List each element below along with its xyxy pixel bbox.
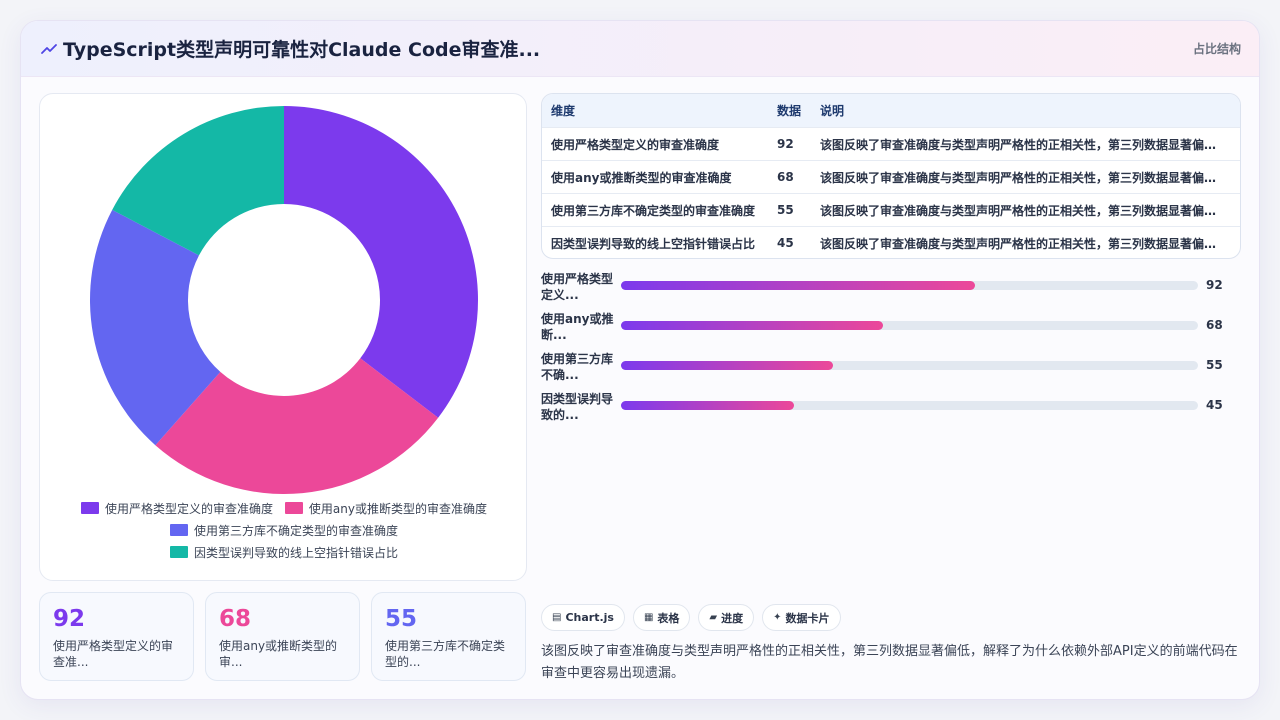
progress-value: 45: [1206, 398, 1223, 412]
progress-track: [621, 361, 1198, 370]
table-icon: ▦: [643, 612, 654, 623]
progress-label: 使用第三方库不确...: [541, 352, 614, 382]
legend-item[interactable]: 使用严格类型定义的审查准确度: [81, 498, 273, 520]
progress-row: 使用第三方库不确... 55: [541, 351, 1241, 391]
table-cell-description: 该图反映了审查准确度与类型声明严格性的正相关性，第三列数据显著偏低...: [820, 236, 1230, 251]
chip-chartjs[interactable]: ▤ Chart.js: [541, 604, 625, 631]
trend-icon: [41, 44, 57, 54]
page-title: TypeScript类型声明可靠性对Claude Code审查准...: [63, 39, 541, 61]
column-header: 说明: [820, 104, 845, 118]
sparkle-icon: ✦: [773, 612, 782, 623]
progress-label: 使用any或推断...: [541, 312, 614, 342]
progress-fill: [621, 321, 883, 330]
chip-label: 进度: [721, 611, 744, 625]
chart-type-tag: 占比结构: [1192, 42, 1241, 56]
column-header: 数据: [777, 104, 802, 118]
legend-swatch: [169, 524, 188, 536]
legend-item[interactable]: 使用any或推断类型的审查准确度: [284, 498, 487, 520]
table-row: 使用第三方库不确定类型的审查准确度 55 该图反映了审查准确度与类型声明严格性的…: [542, 193, 1240, 226]
progress-label: 因类型误判导致的...: [541, 392, 614, 422]
table-cell-dimension: 使用any或推断类型的审查准确度: [551, 170, 732, 185]
legend-item[interactable]: 使用第三方库不确定类型的审查准确度: [169, 520, 398, 542]
table-row: 因类型误判导致的线上空指针错误占比 45 该图反映了审查准确度与类型声明严格性的…: [542, 226, 1240, 258]
legend-swatch: [284, 502, 303, 514]
legend-swatch: [169, 546, 188, 558]
chip-label: Chart.js: [565, 611, 614, 624]
progress-track: [621, 401, 1198, 410]
progress-track: [621, 281, 1198, 290]
stat-value: 68: [219, 606, 252, 632]
stat-label: 使用any或推断类型的审...: [219, 639, 338, 669]
table-cell-dimension: 使用严格类型定义的审查准确度: [551, 137, 720, 152]
table-cell-description: 该图反映了审查准确度与类型声明严格性的正相关性，第三列数据显著偏低...: [820, 203, 1230, 218]
stat-value: 92: [53, 606, 86, 632]
progress-label: 使用严格类型定义...: [541, 272, 614, 302]
table-cell-description: 该图反映了审查准确度与类型声明严格性的正相关性，第三列数据显著偏低...: [820, 137, 1230, 152]
progress-row: 因类型误判导致的... 45: [541, 391, 1241, 431]
chip-table[interactable]: ▦ 表格: [632, 604, 691, 631]
stat-card: 55 使用第三方库不确定类型的...: [371, 592, 526, 681]
progress-icon: ▰: [709, 612, 718, 623]
legend-label: 使用严格类型定义的审查准确度: [105, 502, 274, 516]
table-row: 使用any或推断类型的审查准确度 68 该图反映了审查准确度与类型声明严格性的正…: [542, 160, 1240, 193]
legend-label: 使用第三方库不确定类型的审查准确度: [193, 524, 398, 538]
table-row: 使用严格类型定义的审查准确度 92 该图反映了审查准确度与类型声明严格性的正相关…: [542, 127, 1240, 160]
progress-value: 68: [1206, 318, 1223, 332]
legend-label: 使用any或推断类型的审查准确度: [308, 502, 487, 516]
table-header-row: 维度 数据 说明: [542, 94, 1240, 127]
donut-chart: [90, 106, 478, 494]
table-cell-value: 92: [777, 137, 794, 151]
legend-swatch: [81, 502, 100, 514]
data-table: 维度 数据 说明 使用严格类型定义的审查准确度 92 该图反映了审查准确度与类型…: [541, 93, 1241, 259]
stat-card: 92 使用严格类型定义的审查准...: [39, 592, 194, 681]
progress-fill: [621, 361, 833, 370]
table-cell-value: 68: [777, 170, 794, 184]
progress-fill: [621, 401, 795, 410]
stat-card: 68 使用any或推断类型的审...: [205, 592, 360, 681]
stat-label: 使用第三方库不确定类型的...: [385, 639, 506, 669]
chart-legend: 使用严格类型定义的审查准确度 使用any或推断类型的审查准确度 使用第三方库不确…: [50, 498, 518, 564]
progress-track: [621, 321, 1198, 330]
table-cell-dimension: 因类型误判导致的线上空指针错误占比: [551, 236, 756, 251]
chart-icon: ▤: [552, 612, 562, 623]
card-header: TypeScript类型声明可靠性对Claude Code审查准... 占比结构: [21, 21, 1259, 77]
chip-label: 表格: [657, 611, 680, 625]
progress-bars: 使用严格类型定义... 92 使用any或推断... 68 使用第三方库不确..…: [541, 271, 1241, 431]
progress-row: 使用any或推断... 68: [541, 311, 1241, 351]
table-cell-value: 45: [777, 236, 794, 250]
chip-data-card[interactable]: ✦ 数据卡片: [762, 604, 841, 631]
progress-value: 55: [1206, 358, 1223, 372]
dashboard-card: TypeScript类型声明可靠性对Claude Code审查准... 占比结构…: [20, 20, 1260, 700]
table-cell-description: 该图反映了审查准确度与类型声明严格性的正相关性，第三列数据显著偏低...: [820, 170, 1230, 185]
stat-value: 55: [385, 606, 418, 632]
progress-row: 使用严格类型定义... 92: [541, 271, 1241, 311]
progress-value: 92: [1206, 278, 1223, 292]
table-cell-value: 55: [777, 203, 794, 217]
legend-label: 因类型误判导致的线上空指针错误占比: [193, 546, 398, 560]
chip-progress[interactable]: ▰ 进度: [698, 604, 755, 631]
tag-chips: ▤ Chart.js ▦ 表格 ▰ 进度 ✦ 数据卡片: [541, 604, 841, 631]
chip-label: 数据卡片: [785, 611, 830, 625]
pie-slice[interactable]: [284, 106, 478, 418]
column-header: 维度: [551, 104, 576, 118]
stat-label: 使用严格类型定义的审查准...: [53, 639, 174, 669]
summary-text: 该图反映了审查准确度与类型声明严格性的正相关性，第三列数据显著偏低，解释了为什么…: [541, 644, 1238, 681]
progress-fill: [621, 281, 975, 290]
table-cell-dimension: 使用第三方库不确定类型的审查准确度: [551, 203, 756, 218]
legend-item[interactable]: 因类型误判导致的线上空指针错误占比: [169, 542, 398, 564]
chart-panel: 使用严格类型定义的审查准确度 使用any或推断类型的审查准确度 使用第三方库不确…: [39, 93, 527, 581]
